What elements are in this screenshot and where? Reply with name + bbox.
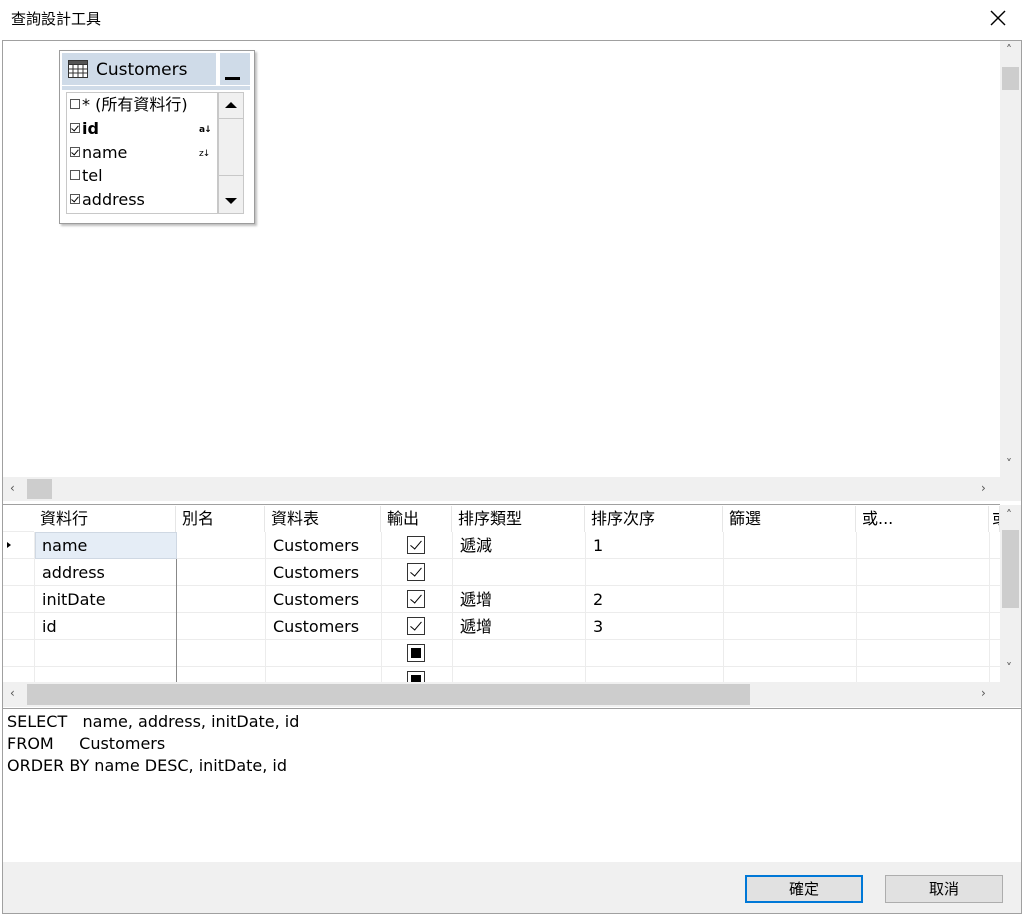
column-checkbox-id[interactable] (70, 123, 80, 133)
diagram-vertical-scrollbar[interactable]: ˄ ˅ (1000, 41, 1021, 477)
grid-line (3, 585, 1000, 586)
grid-line (723, 506, 724, 682)
table-box-title: Customers (96, 60, 188, 80)
grid-line (3, 612, 1000, 613)
grid-output-checkbox[interactable] (407, 563, 425, 581)
grid-header-sort-order[interactable]: 排序次序 (585, 506, 723, 532)
diagram-horizontal-scroll-thumb[interactable] (27, 479, 52, 499)
current-row-indicator-icon (7, 542, 11, 548)
grid-cell-sort-type[interactable]: 遞增 (460, 613, 492, 640)
column-label: tel (82, 166, 103, 185)
scroll-up-button[interactable] (219, 93, 243, 117)
arrow-up-icon (225, 102, 237, 108)
grid-cell-table[interactable]: Customers (273, 559, 359, 586)
table-icon (68, 60, 88, 82)
grid-line (452, 506, 453, 682)
grid-line (3, 639, 1000, 640)
diagram-horizontal-scrollbar[interactable]: ‹ › (3, 477, 1021, 501)
sort-descending-icon: z↓ (199, 149, 210, 159)
grid-cell-table[interactable]: Customers (273, 613, 359, 640)
column-item-all[interactable]: * (所有資料行) (70, 94, 188, 116)
title-bar (0, 0, 1024, 38)
sql-line[interactable]: SELECT name, address, initDate, id (7, 711, 299, 733)
grid-header-alias[interactable]: 別名 (176, 506, 265, 532)
column-label: id (82, 119, 99, 138)
column-label: * (所有資料行) (82, 95, 188, 114)
grid-cell-sort-type[interactable]: 遞增 (460, 586, 492, 613)
window-title: 查詢設計工具 (11, 10, 102, 28)
grid-header-filter[interactable]: 篩選 (723, 506, 856, 532)
grid-header-or[interactable]: 或... (856, 506, 989, 532)
scroll-down-icon[interactable]: ˅ (1006, 457, 1012, 471)
scroll-right-icon[interactable]: › (981, 686, 986, 700)
grid-cell-column[interactable]: name (42, 532, 87, 559)
grid-header-output[interactable]: 輸出 (381, 506, 452, 532)
scroll-left-icon[interactable]: ‹ (10, 686, 15, 700)
table-box-minimize-button[interactable] (219, 53, 250, 85)
grid-cell-column[interactable]: address (42, 559, 105, 586)
grid-output-checkbox[interactable] (407, 590, 425, 608)
grid-line (856, 506, 857, 682)
grid-cell-sort-order[interactable]: 3 (593, 613, 603, 640)
cancel-button[interactable]: 取消 (885, 875, 1003, 903)
grid-line (265, 506, 266, 682)
scroll-down-button[interactable] (219, 189, 243, 213)
grid-line (989, 506, 990, 682)
minimize-icon (225, 77, 240, 80)
grid-output-checkbox-empty[interactable] (407, 644, 425, 662)
grid-cell-table[interactable]: Customers (273, 532, 359, 559)
sql-line[interactable]: FROM Customers (7, 733, 165, 755)
scroll-left-icon[interactable]: ‹ (10, 481, 15, 495)
table-column-list[interactable]: * (所有資料行) id a↓ name z↓ tel address (66, 92, 218, 214)
scroll-up-icon[interactable]: ˄ (1006, 508, 1012, 522)
grid-header-table[interactable]: 資料表 (265, 506, 381, 532)
scroll-right-icon[interactable]: › (981, 481, 986, 495)
column-item-address[interactable]: address (70, 189, 145, 211)
table-box-separator (62, 86, 250, 90)
column-checkbox-address[interactable] (70, 194, 80, 204)
column-item-tel[interactable]: tel (70, 165, 103, 187)
grid-horizontal-scroll-thumb[interactable] (27, 684, 750, 705)
grid-cell-sort-order[interactable]: 2 (593, 586, 603, 613)
grid-line (3, 666, 1000, 667)
grid-output-checkbox[interactable] (407, 617, 425, 635)
column-label: name (82, 143, 128, 162)
scroll-down-icon[interactable]: ˅ (1006, 661, 1012, 675)
sort-ascending-icon: a↓ (199, 125, 212, 135)
column-checkbox-all[interactable] (70, 99, 80, 109)
arrow-down-icon (225, 198, 237, 204)
column-label: address (82, 190, 145, 209)
ok-button[interactable]: 確定 (745, 875, 863, 903)
grid-header-or-2[interactable]: 或 (989, 506, 1000, 532)
column-item-name[interactable]: name z↓ (70, 142, 210, 164)
scroll-up-icon[interactable]: ˄ (1006, 43, 1012, 57)
column-item-id[interactable]: id a↓ (70, 118, 212, 140)
grid-cell-column[interactable]: id (42, 613, 57, 640)
column-checkbox-tel[interactable] (70, 170, 80, 180)
close-button[interactable] (982, 4, 1014, 32)
column-checkbox-name[interactable] (70, 147, 80, 157)
grid-cell-column[interactable]: initDate (42, 586, 106, 613)
grid-output-checkbox-empty[interactable] (407, 671, 425, 685)
close-icon (990, 10, 1006, 26)
button-bar (3, 862, 1021, 913)
grid-header-column[interactable]: 資料行 (34, 506, 176, 532)
grid-output-checkbox[interactable] (407, 536, 425, 554)
grid-header-sort-type[interactable]: 排序類型 (452, 506, 585, 532)
sql-line[interactable]: ORDER BY name DESC, initDate, id (7, 755, 287, 777)
grid-cell-table[interactable]: Customers (273, 586, 359, 613)
grid-line (585, 506, 586, 682)
grid-vertical-scroll-thumb[interactable] (1002, 530, 1019, 608)
grid-line (381, 506, 382, 682)
grid-cell-sort-order[interactable]: 1 (593, 532, 603, 559)
grid-cell-sort-type[interactable]: 遞減 (460, 532, 492, 559)
sql-pane[interactable]: SELECT name, address, initDate, id FROM … (3, 708, 1021, 862)
diagram-vertical-scroll-thumb[interactable] (1002, 67, 1019, 90)
column-list-scroll-thumb[interactable] (219, 118, 243, 176)
